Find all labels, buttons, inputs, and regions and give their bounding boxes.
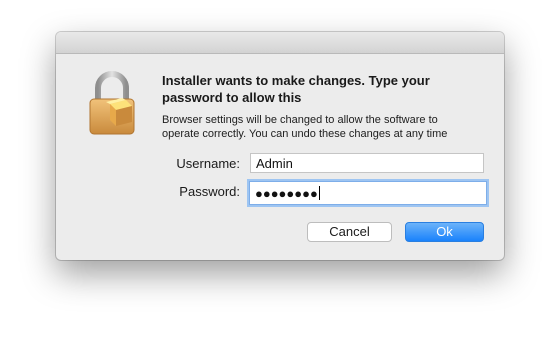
dialog-headline: Installer wants to make changes. Type yo… <box>162 73 430 105</box>
password-label: Password: <box>179 184 240 199</box>
username-label: Username: <box>176 156 240 171</box>
username-field[interactable]: Admin <box>250 153 484 173</box>
cancel-button[interactable]: Cancel <box>307 222 392 242</box>
password-value: ●●●●●●●● <box>255 186 318 201</box>
dialog-message: Browser settings will be changed to allo… <box>162 114 448 140</box>
ok-button[interactable]: Ok <box>405 222 484 242</box>
text-caret <box>318 186 320 200</box>
password-field[interactable]: ●●●●●●●● <box>249 181 487 205</box>
dialog-titlebar[interactable] <box>56 32 504 54</box>
username-value: Admin <box>256 156 293 171</box>
desktop-background: Installer wants to make changes. Type yo… <box>0 0 560 340</box>
lock-icon <box>89 71 135 135</box>
authorization-dialog: Installer wants to make changes. Type yo… <box>56 32 504 260</box>
